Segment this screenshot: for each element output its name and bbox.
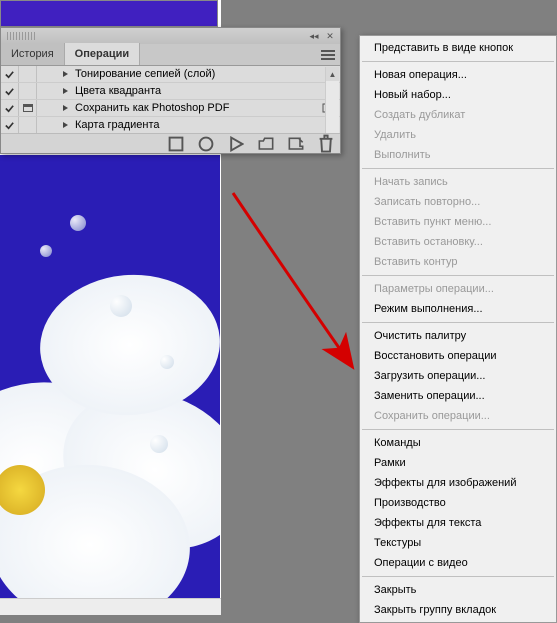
expand-toggle[interactable] [59,87,71,95]
menu-item[interactable]: Заменить операции... [360,386,556,406]
menu-separator [362,61,554,62]
expand-toggle[interactable] [59,121,71,129]
new-set-button[interactable] [258,137,274,151]
menu-item[interactable]: Эффекты для текста [360,513,556,533]
image-top-strip [0,0,218,27]
menu-separator [362,275,554,276]
drag-grip-icon [7,32,37,40]
hamburger-icon [321,50,335,60]
menu-item: Выполнить [360,145,556,165]
menu-item[interactable]: Представить в виде кнопок [360,38,556,58]
menu-item[interactable]: Новая операция... [360,65,556,85]
action-label[interactable]: Тонирование сепией (слой) [71,68,340,80]
menu-separator [362,322,554,323]
menu-item[interactable]: Рамки [360,453,556,473]
toggle-checkbox[interactable] [1,117,19,133]
menu-item[interactable]: Восстановить операции [360,346,556,366]
action-row[interactable]: Карта градиента [1,117,340,134]
menu-item[interactable]: Закрыть группу вкладок [360,600,556,620]
menu-item[interactable]: Закрыть [360,580,556,600]
toggle-checkbox[interactable] [1,83,19,99]
action-row[interactable]: Цвета квадранта [1,83,340,100]
menu-item[interactable]: Текстуры [360,533,556,553]
action-row[interactable]: Тонирование сепией (слой) [1,66,340,83]
menu-separator [362,429,554,430]
dialog-toggle[interactable] [19,117,37,133]
actions-panel: ◂◂ ✕ История Операции Тонирование сепией… [0,27,341,154]
menu-item: Записать повторно... [360,192,556,212]
action-row[interactable]: Сохранить как Photoshop PDF [1,100,340,117]
expand-toggle[interactable] [59,104,71,112]
menu-item: Удалить [360,125,556,145]
dialog-toggle[interactable] [19,83,37,99]
dialog-toggle[interactable] [19,100,37,116]
menu-item[interactable]: Режим выполнения... [360,299,556,319]
actions-list: Тонирование сепией (слой) Цвета квадранта… [1,66,340,134]
action-label[interactable]: Карта градиента [71,119,340,131]
delete-button[interactable] [318,137,334,151]
menu-item: Создать дубликат [360,105,556,125]
horizontal-scrollbar[interactable] [0,598,221,615]
menu-separator [362,576,554,577]
expand-toggle[interactable] [59,70,71,78]
record-button[interactable] [198,137,214,151]
panel-titlebar[interactable]: ◂◂ ✕ [1,28,340,44]
new-action-button[interactable] [288,137,304,151]
menu-item[interactable]: Команды [360,433,556,453]
panel-menu-button[interactable] [316,45,340,65]
annotation-arrow [225,185,365,380]
collapse-left-icon[interactable]: ◂◂ [308,31,320,41]
action-label[interactable]: Цвета квадранта [71,85,340,97]
tab-history[interactable]: История [1,43,65,65]
panel-tabs: История Операции [1,44,340,66]
dialog-toggle[interactable] [19,66,37,82]
toggle-checkbox[interactable] [1,100,19,116]
menu-item: Параметры операции... [360,279,556,299]
document-image [0,155,220,598]
menu-item: Вставить остановку... [360,232,556,252]
scroll-up-icon[interactable]: ▲ [326,67,339,81]
panel-footer [1,133,340,153]
action-label[interactable]: Сохранить как Photoshop PDF [71,102,320,114]
play-button[interactable] [228,137,244,151]
stop-button[interactable] [168,137,184,151]
close-icon[interactable]: ✕ [324,31,336,41]
menu-item: Вставить контур [360,252,556,272]
menu-item[interactable]: Эффекты для изображений [360,473,556,493]
menu-separator [362,168,554,169]
menu-item[interactable]: Загрузить операции... [360,366,556,386]
panel-context-menu: Представить в виде кнопок Новая операция.… [359,35,557,623]
menu-item: Сохранить операции... [360,406,556,426]
menu-item: Начать запись [360,172,556,192]
menu-item[interactable]: Новый набор... [360,85,556,105]
dialog-toggle-icon [23,104,33,112]
tab-actions[interactable]: Операции [65,43,140,65]
vertical-scrollbar[interactable]: ▲ [325,67,339,134]
toggle-checkbox[interactable] [1,66,19,82]
menu-item: Вставить пункт меню... [360,212,556,232]
menu-item[interactable]: Производство [360,493,556,513]
menu-item[interactable]: Очистить палитру [360,326,556,346]
menu-item[interactable]: Операции с видео [360,553,556,573]
